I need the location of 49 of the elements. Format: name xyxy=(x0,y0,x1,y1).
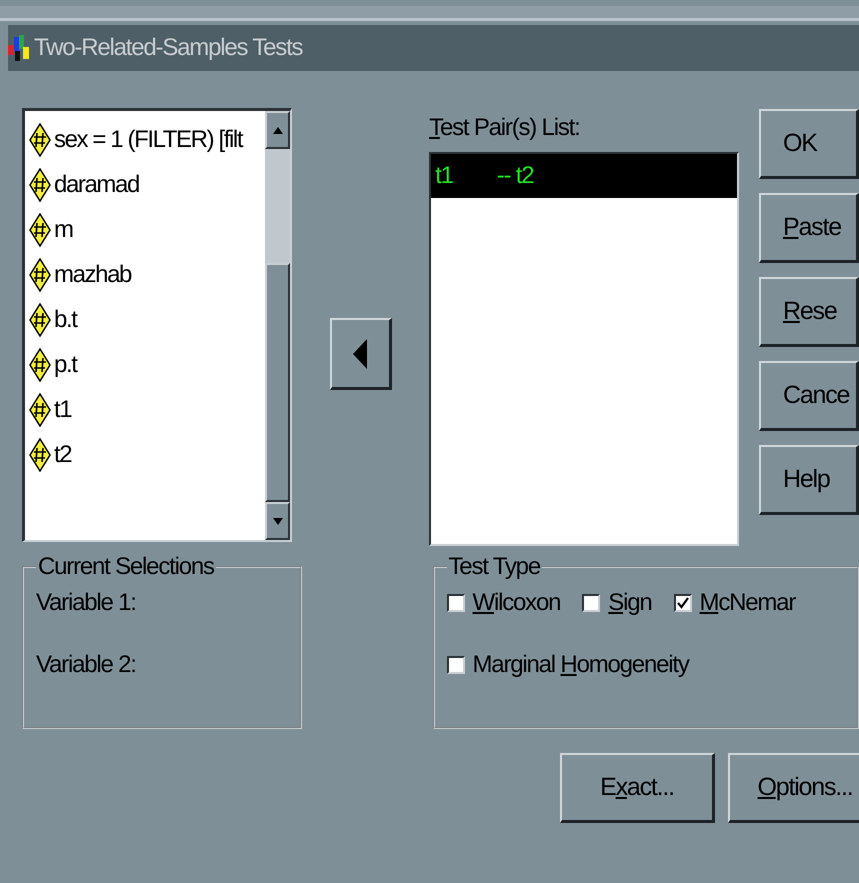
variable-item[interactable]: sex = 1 (FILTER) [filt xyxy=(54,126,242,154)
numeric-variable-icon xyxy=(29,348,51,382)
move-button[interactable] xyxy=(330,318,392,390)
variable-list[interactable]: sex = 1 (FILTER) [filt daramad m mazhab b.t p.t t1 t2 xyxy=(22,108,292,542)
app-icon xyxy=(8,33,30,63)
check-icon xyxy=(676,597,689,609)
variable-item[interactable]: p.t xyxy=(54,350,76,378)
dialog-button[interactable]: Exact... xyxy=(560,753,715,823)
numeric-variable-icon xyxy=(29,438,51,472)
numeric-variable-icon xyxy=(29,392,51,426)
checkbox-label[interactable]: Sign xyxy=(608,589,652,617)
dialog-button[interactable]: Cance xyxy=(758,361,859,431)
up-arrow-icon xyxy=(272,126,283,134)
variable-item[interactable]: t2 xyxy=(54,440,72,468)
variable-item[interactable]: m xyxy=(54,216,73,244)
checkbox-label[interactable]: Wilcoxon xyxy=(472,589,560,617)
variable-label: Variable 1: xyxy=(36,589,137,617)
variable-label: Variable 2: xyxy=(36,651,137,679)
numeric-variable-icon xyxy=(29,302,51,336)
dialog-button[interactable]: Rese xyxy=(758,277,859,347)
group-title: Current Selections xyxy=(37,553,216,581)
scroll-up-button[interactable] xyxy=(265,111,290,149)
pair-list[interactable]: t1 -- t2 xyxy=(429,152,739,546)
checkbox[interactable] xyxy=(674,594,692,612)
variable-item[interactable]: b.t xyxy=(54,306,76,334)
window-title: Two-Related-Samples Tests xyxy=(34,34,302,62)
variable-item[interactable]: t1 xyxy=(54,396,72,424)
pair-row[interactable]: t1 -- t2 xyxy=(431,154,737,198)
variable-item[interactable]: mazhab xyxy=(54,260,131,288)
checkbox-label[interactable]: McNemar xyxy=(700,589,796,617)
scrollbar-thumb[interactable] xyxy=(265,263,290,502)
down-arrow-icon xyxy=(272,518,283,524)
numeric-variable-icon xyxy=(29,168,51,202)
checkbox-label[interactable]: Marginal Homogeneity xyxy=(472,651,689,679)
numeric-variable-icon xyxy=(29,212,51,246)
numeric-variable-icon xyxy=(29,122,51,156)
group-title: Test Type xyxy=(448,553,542,581)
checkbox[interactable] xyxy=(446,594,464,612)
left-arrow-icon xyxy=(353,338,368,368)
dialog-button[interactable]: Help xyxy=(758,445,859,515)
field-label: Test Pair(s) List: xyxy=(429,114,581,143)
checkbox[interactable] xyxy=(446,656,464,674)
scroll-down-button[interactable] xyxy=(265,502,290,540)
dialog-button[interactable]: Options... xyxy=(728,753,859,823)
checkbox[interactable] xyxy=(582,594,600,612)
numeric-variable-icon xyxy=(29,258,51,292)
dialog-button[interactable]: Paste xyxy=(758,193,859,263)
variable-item[interactable]: daramad xyxy=(54,170,139,198)
dialog-button[interactable]: OK xyxy=(758,109,859,179)
